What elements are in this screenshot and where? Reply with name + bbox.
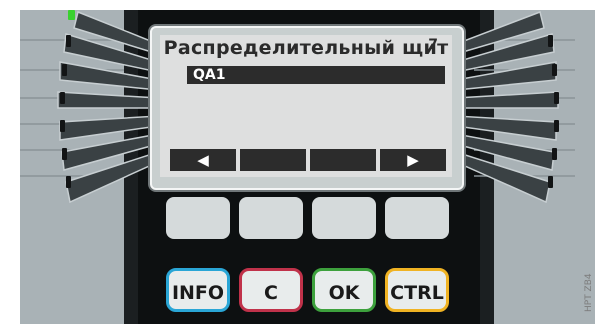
lcd-display: Распределительный щит 7 QA1 ◀ ▶ [160,35,452,177]
page-number: 7 [428,37,438,53]
info-button[interactable]: INFO [166,268,230,312]
clear-button[interactable]: C [239,268,303,312]
image-code-watermark: HPT ZB4 [584,273,594,312]
screen-title: Распределительный щит [163,37,449,59]
selected-list-item[interactable]: QA1 [187,66,445,84]
softkey-button-4[interactable] [385,197,449,239]
ok-button[interactable]: OK [312,268,376,312]
ctrl-button[interactable]: CTRL [385,268,449,312]
side-key-left-4 [57,91,159,109]
arrow-right-icon: ▶ [407,151,419,169]
softkey-button-3[interactable] [312,197,376,239]
softkey-button-1[interactable] [166,197,230,239]
softkey-left-arrow[interactable]: ◀ [170,149,236,171]
softkey-bar: ◀ ▶ [170,149,446,171]
softkey-button-2[interactable] [239,197,303,239]
side-key-right-4 [455,91,559,109]
softkey-2[interactable] [240,149,306,171]
softkey-3[interactable] [310,149,376,171]
status-led-icon [68,10,75,20]
arrow-left-icon: ◀ [197,151,209,169]
selected-item-label: QA1 [193,67,226,83]
softkey-right-arrow[interactable]: ▶ [380,149,446,171]
